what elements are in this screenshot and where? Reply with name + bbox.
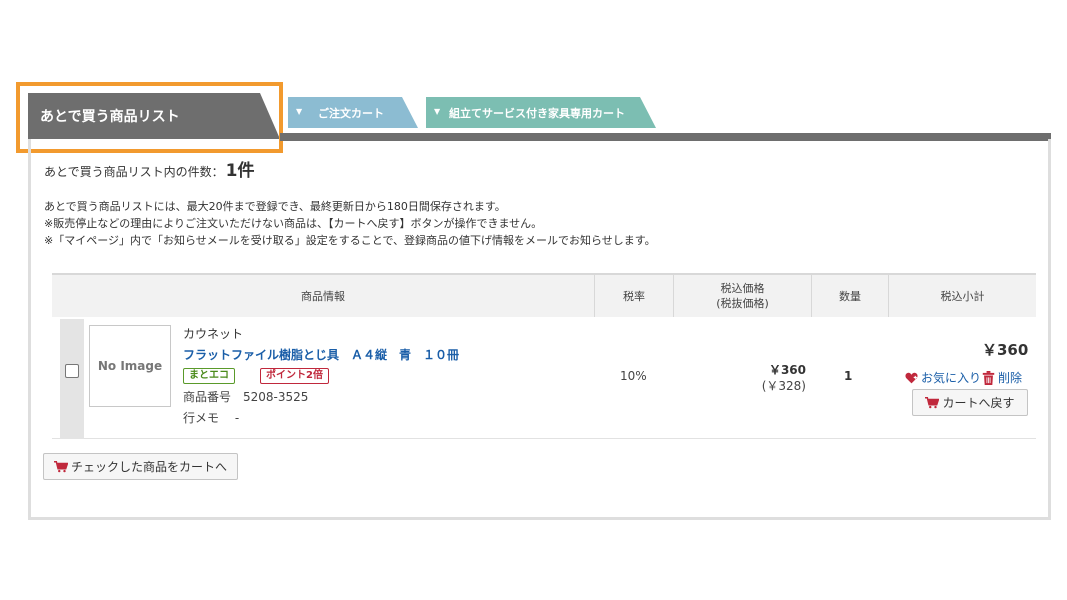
tab-order-cart[interactable]: ▼ ご注文カート (288, 97, 418, 128)
row-subtotal: ￥360 (982, 341, 1029, 359)
row-quantity: 1 (844, 369, 853, 383)
row-tax-rate: 10% (620, 369, 647, 383)
item-count: あとで買う商品リスト内の件数： 1件 (44, 156, 255, 181)
item-count-value: 1件 (225, 161, 255, 181)
product-brand: カウネット (183, 327, 244, 341)
row-check-column (60, 319, 84, 439)
tab-order-cart-label: ご注文カート (318, 107, 384, 120)
eco-badge: まとエコ (183, 368, 235, 384)
back-to-cart-button[interactable]: カートへ戻す (912, 389, 1028, 416)
row-memo: 行メモ - (183, 411, 240, 425)
item-count-label: あとで買う商品リスト内の件数： (44, 165, 224, 179)
header-price: 税込価格 (税抜価格) (674, 275, 811, 317)
row-price: ￥360 (768, 363, 806, 377)
product-name-link[interactable]: フラットファイル樹脂とじ具 Ａ４縦 青 １０冊 (183, 346, 459, 363)
row-price-excl-tax: (￥328) (761, 379, 806, 393)
add-checked-to-cart-button[interactable]: チェックした商品をカートへ (43, 453, 238, 480)
favorite-label: お気に入り (921, 371, 982, 385)
info-line: あとで買う商品リストには、最大20件まで登録でき、最終更新日から180日間保存さ… (44, 200, 506, 213)
tab-furniture-cart-label: 組立てサービス付き家具専用カート (449, 107, 625, 120)
product-number: 商品番号 5208-3525 (183, 390, 309, 404)
info-line: ※販売停止などの理由によりご注文いただけない商品は、【カートへ戻す】ボタンが操作… (44, 217, 543, 230)
tab-furniture-cart[interactable]: ▼ 組立てサービス付き家具専用カート (426, 97, 656, 128)
header-product: 商品情報 (301, 289, 345, 303)
info-line: ※「マイページ」内で「お知らせメールを受け取る」設定をすることで、登録商品の値下… (44, 234, 656, 247)
row-checkbox[interactable] (65, 364, 79, 378)
header-subtotal: 税込小計 (940, 289, 985, 303)
header-price-line2: (税抜価格) (716, 297, 769, 310)
table-header: 商品情報 税率 税込価格 (税抜価格) 数量 税込小計 (52, 273, 1036, 317)
cart-icon (925, 396, 940, 408)
table-row: No Image カウネット フラットファイル樹脂とじ具 Ａ４縦 青 １０冊 ま… (52, 317, 1036, 439)
header-price-line1: 税込価格 (720, 282, 765, 295)
favorite-link[interactable]: お気に入り (905, 369, 981, 386)
point-badge: ポイント2倍 (260, 368, 329, 384)
triangle-down-icon: ▼ (296, 107, 303, 116)
delete-label: 削除 (998, 371, 1023, 385)
header-tax-rate: 税率 (623, 289, 645, 303)
triangle-down-icon: ▼ (434, 107, 441, 116)
cart-icon (53, 460, 68, 472)
product-image[interactable]: No Image (89, 325, 171, 407)
trash-icon (982, 370, 995, 385)
back-to-cart-label: カートへ戻す (942, 396, 1015, 410)
info-text: あとで買う商品リストには、最大20件まで登録でき、最終更新日から180日間保存さ… (44, 198, 656, 249)
header-qty: 数量 (839, 289, 861, 303)
delete-link[interactable]: 削除 (982, 369, 1022, 386)
heart-icon (905, 372, 918, 383)
add-checked-label: チェックした商品をカートへ (70, 460, 227, 474)
